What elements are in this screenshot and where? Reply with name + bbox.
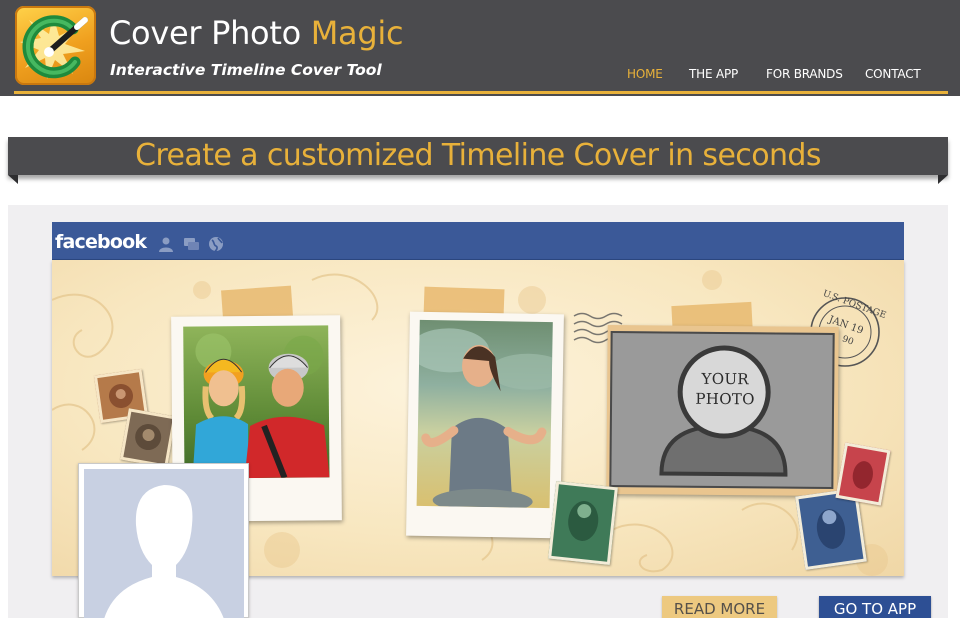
brand-title-main: Cover Photo [109, 14, 311, 52]
cyclists-photo [183, 325, 330, 479]
your-photo-frame: YOUR PHOTO [606, 324, 839, 497]
stamp-red [835, 442, 891, 506]
brand-title: Cover Photo Magic [109, 14, 404, 52]
banner-fold-right [938, 175, 948, 184]
nav-for-brands[interactable]: FOR BRANDS [766, 67, 843, 83]
nav-contact[interactable]: CONTACT [865, 67, 921, 83]
banner-fold-left [8, 175, 18, 184]
facebook-logo: facebook [55, 231, 147, 253]
read-more-button[interactable]: READ MORE [662, 596, 777, 618]
facebook-bar [52, 222, 904, 260]
messages-icon [184, 238, 199, 250]
your-photo-label-line1: YOUR [701, 369, 750, 389]
brand-tagline: Interactive Timeline Cover Tool [110, 61, 382, 79]
friends-icon [159, 237, 173, 252]
magic-wand-icon[interactable] [15, 6, 96, 85]
stamp-left-bottom [119, 408, 177, 468]
globe-icon [209, 237, 223, 252]
brand-title-accent: Magic [310, 14, 404, 52]
header-accent-line [14, 91, 948, 94]
go-to-app-button[interactable]: GO TO APP [819, 596, 931, 618]
nav-home[interactable]: HOME [627, 67, 663, 83]
headline-text: Create a customized Timeline Cover in se… [135, 138, 821, 173]
your-photo-label-line2: PHOTO [695, 389, 755, 409]
stamp-green [548, 480, 618, 566]
headline-banner: Create a customized Timeline Cover in se… [8, 137, 948, 175]
woman-photo [416, 319, 553, 509]
profile-picture [78, 463, 249, 618]
nav-the-app[interactable]: THE APP [689, 67, 738, 83]
woman-photo-frame [406, 311, 564, 539]
avatar [84, 469, 244, 618]
your-photo-placeholder[interactable]: YOUR PHOTO [609, 331, 835, 489]
